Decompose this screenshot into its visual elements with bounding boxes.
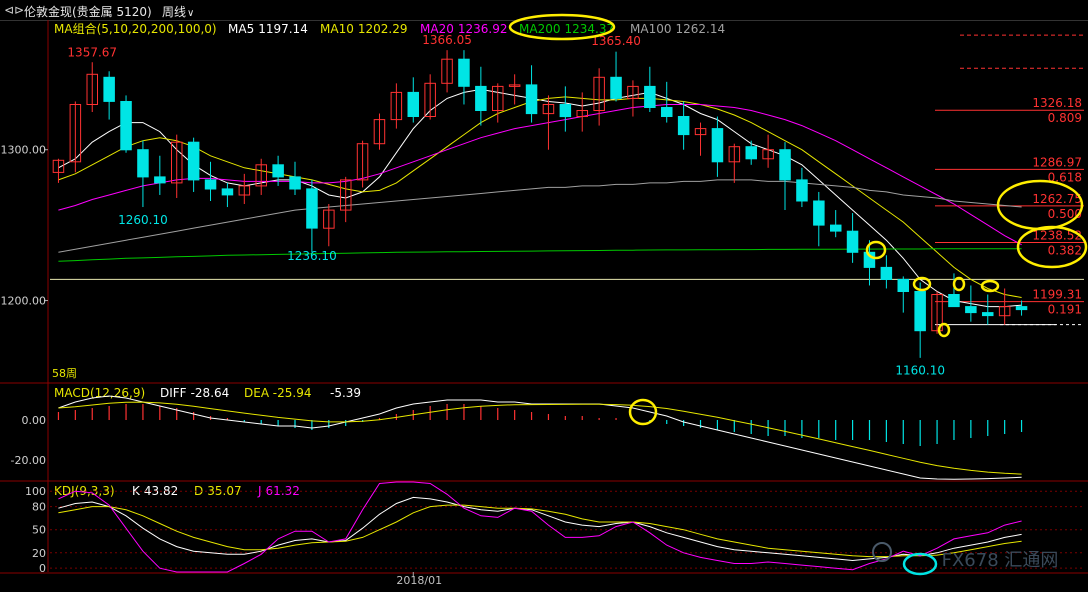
kdj-legend-item: J 61.32 <box>257 484 300 498</box>
ma-line-ma5 <box>58 88 1022 308</box>
macd-y-tick-label: -20.00 <box>11 454 46 467</box>
candle-body <box>846 230 859 253</box>
candle-body <box>458 58 470 87</box>
ma-legend-ma10: MA10 1202.29 <box>320 22 407 36</box>
candle-body <box>120 101 132 151</box>
ma-legend-ma100: MA100 1262.14 <box>630 22 725 36</box>
fib-ratio-label: 0.191 <box>1048 303 1082 317</box>
candle-body <box>779 149 791 181</box>
candle-body <box>880 266 893 280</box>
watermark-logo-icon <box>872 542 892 562</box>
kdj-y-tick-label: 100 <box>25 485 46 498</box>
fib-ratio-label: 0.809 <box>1048 111 1082 125</box>
candle-body <box>407 91 419 118</box>
ma-legend-name: MA10 <box>320 22 354 36</box>
candle-body <box>948 294 960 308</box>
ma-line-ma200 <box>58 248 1022 262</box>
candle-body <box>897 278 909 292</box>
candle-body <box>677 116 690 136</box>
bar-count-label: 58周 <box>52 367 77 380</box>
candle-body <box>475 85 487 112</box>
ma-legend-value: 1202.29 <box>358 22 408 36</box>
highlight-circle-macd <box>628 398 658 426</box>
fib-ratio-label: 0.500 <box>1048 207 1082 221</box>
macd-legend-name: DIFF <box>160 386 187 400</box>
price-annotation: 1260.10 <box>118 213 168 227</box>
ma-legend-value: 1262.14 <box>675 22 725 36</box>
candle-body <box>187 141 200 181</box>
candle-body <box>711 128 724 163</box>
candle-body <box>154 176 166 184</box>
candle-body <box>306 188 318 229</box>
fib-price-label: 1199.31 <box>1032 288 1082 302</box>
candle-body <box>1015 306 1028 311</box>
macd-legend-value: -28.64 <box>191 386 230 400</box>
macd-legend-value: -5.39 <box>330 386 361 400</box>
candle-body <box>644 85 656 109</box>
y-tick-label: 1200.00 <box>1 295 47 308</box>
price-annotation: 1357.67 <box>67 46 117 60</box>
price-annotation: 1160.10 <box>895 364 945 378</box>
ma-legend-name: MA200 <box>519 22 560 36</box>
macd-legend-item: DEA -25.94 <box>244 386 311 400</box>
macd-legend-value: -25.94 <box>273 386 312 400</box>
kdj-y-tick-label: 0 <box>39 562 46 575</box>
candle-body <box>610 76 622 99</box>
fib-price-label: 1326.18 <box>1032 96 1082 110</box>
macd-legend-item: DIFF -28.64 <box>160 386 229 400</box>
fib-price-label: 1286.97 <box>1032 155 1082 169</box>
ma-legend-value: 1197.14 <box>258 22 308 36</box>
candle-body <box>661 107 673 117</box>
kdj-y-tick-label: 80 <box>32 501 46 514</box>
ma-line-ma10 <box>58 96 1022 298</box>
candle-body <box>559 104 572 118</box>
candle-body <box>830 224 842 232</box>
candle-body <box>137 149 149 178</box>
candle-body <box>103 76 115 102</box>
highlight-circle-kdj <box>902 552 938 576</box>
ma-legend-name: MA5 <box>228 22 254 36</box>
price-annotation: 1236.10 <box>287 249 337 263</box>
chart-window: ⊲⊳ 伦敦金现(贵金属 5120) 周线∨ MA组合(5,10,20,200,1… <box>0 0 1088 592</box>
fib-ratio-label: 0.382 <box>1048 243 1082 257</box>
fib-price-label: 1262.75 <box>1032 192 1082 206</box>
macd-legend-name: DEA <box>244 386 270 400</box>
macd-legend-item: -5.39 <box>330 386 361 400</box>
ma-legend-ma5: MA5 1197.14 <box>228 22 308 36</box>
macd-diff-line <box>58 395 1022 480</box>
candle-body <box>221 188 234 196</box>
candle-body <box>982 312 994 317</box>
candle-body <box>525 84 538 115</box>
x-tick-label: 2018/01 <box>396 574 442 587</box>
chart-canvas[interactable]: MA组合(5,10,20,200,100,0) MA5 1197.14 MA10 120… <box>0 0 1088 592</box>
watermark-text: FX678 汇通网 <box>942 550 1059 571</box>
macd-indicator-label: MACD(12,26,9) <box>54 386 145 400</box>
candle-body <box>965 306 977 314</box>
kdj-y-tick-label: 50 <box>32 524 46 537</box>
price-annotation: 1366.05 <box>422 33 472 47</box>
macd-y-tick-label: 0.00 <box>22 414 47 427</box>
y-tick-label: 1300.00 <box>1 144 47 157</box>
kdj-y-tick-label: 20 <box>32 547 46 560</box>
candle-body <box>914 291 926 332</box>
candle-body <box>745 146 757 160</box>
ma-line-ma20 <box>58 104 1022 246</box>
highlight-circle-low <box>937 322 951 338</box>
candle-body <box>204 179 217 190</box>
candle-body <box>813 200 825 226</box>
candle-body <box>796 179 808 202</box>
macd-dea-line <box>58 401 1022 475</box>
fib-price-label: 1238.52 <box>1032 228 1082 242</box>
candle-body <box>272 164 284 178</box>
candle-body <box>289 176 301 190</box>
ma-indicator-label: MA组合(5,10,20,200,100,0) <box>54 21 217 36</box>
